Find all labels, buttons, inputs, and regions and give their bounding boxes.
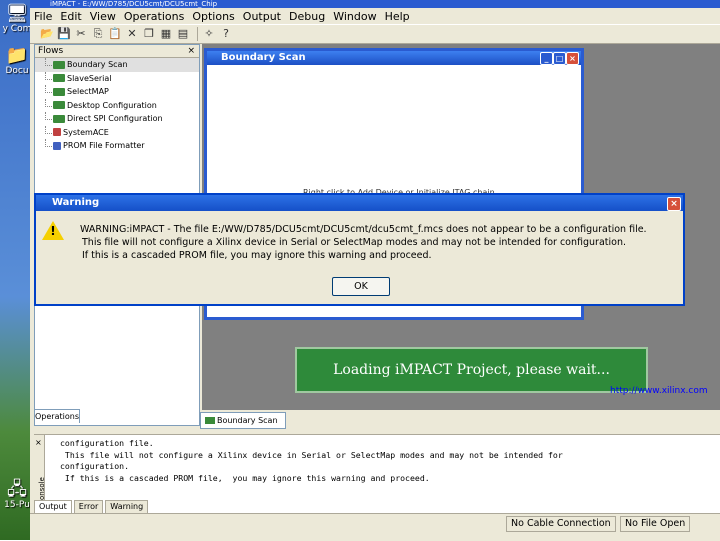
flow-item-boundary-scan[interactable]: Boundary Scan <box>35 58 199 72</box>
flow-item-direct-spi[interactable]: Direct SPI Configuration <box>35 112 199 126</box>
warning-message: WARNING:iMPACT - The file E:/WW/D785/DCU… <box>80 223 647 262</box>
window-title: Boundary Scan <box>221 52 306 63</box>
minimize-icon[interactable]: _ <box>540 52 553 65</box>
menu-edit[interactable]: Edit <box>60 10 81 23</box>
desktop-icon-label: y Com <box>2 24 32 34</box>
prom-icon <box>53 141 61 150</box>
desktop-icon-my-documents[interactable]: 📁 Docu <box>0 45 34 77</box>
cable-status: No Cable Connection <box>506 516 616 532</box>
warning-icon-mark: ! <box>50 224 56 238</box>
warning-line: This file will not configure a Xilinx de… <box>82 237 626 248</box>
desktop-icon-network[interactable]: 🖧 15-Pu <box>0 479 34 511</box>
status-bar: No Cable Connection No File Open <box>30 513 720 541</box>
network-icon: 🖧 <box>6 479 28 500</box>
menu-output[interactable]: Output <box>243 10 281 23</box>
copy-icon[interactable]: ⎘ <box>91 27 105 41</box>
chain-icon <box>53 60 65 69</box>
tab-output[interactable]: Output <box>34 500 72 513</box>
warning-line: WARNING:iMPACT - The file E:/WW/D785/DCU… <box>80 224 647 235</box>
boundary-scan-titlebar[interactable]: Boundary Scan _ □ × <box>207 51 581 65</box>
close-icon[interactable]: × <box>35 438 42 447</box>
help-icon[interactable]: ? <box>219 27 233 41</box>
desktop-icon-label: Docu <box>5 66 29 76</box>
menu-view[interactable]: View <box>90 10 116 23</box>
toolbar: 📂 💾 ✂ ⎘ 📋 ✕ ❐ ▦ ▤ ✧ ? <box>30 24 720 44</box>
menu-operations[interactable]: Operations <box>124 10 184 23</box>
tab-boundary-scan[interactable]: Boundary Scan <box>200 412 286 429</box>
chain-icon <box>53 101 65 109</box>
app-titlebar[interactable]: iMPACT - E:/WW/D785/DCU5cmt/DCU5cmt_Chip <box>30 0 720 8</box>
file-status: No File Open <box>620 516 691 532</box>
flow-item-slave-serial[interactable]: SlaveSerial <box>35 71 199 86</box>
chain-icon <box>205 417 215 424</box>
chain-icon <box>53 114 65 123</box>
delete-icon[interactable]: ✕ <box>125 27 139 41</box>
tab-warning[interactable]: Warning <box>105 500 149 514</box>
warning-dialog: Warning × ! WARNING:iMPACT - The file E:… <box>34 193 685 306</box>
flow-item-desktop-configuration[interactable]: Desktop Configuration <box>35 98 199 113</box>
xilinx-link[interactable]: http://www.xilinx.com <box>610 386 708 396</box>
save-icon[interactable]: 💾 <box>57 27 71 41</box>
cascade-icon[interactable]: ❐ <box>142 27 156 41</box>
console-output[interactable]: configuration file. This file will not c… <box>60 438 563 484</box>
ok-button[interactable]: OK <box>332 277 390 296</box>
loading-splash: Loading iMPACT Project, please wait... <box>295 347 648 393</box>
console-line: If this is a cascaded PROM file, you may… <box>60 472 430 483</box>
console-line: configuration. <box>60 461 130 471</box>
tab-operations[interactable]: Operations <box>34 409 80 423</box>
close-icon[interactable]: × <box>566 52 579 65</box>
toolbar-separator <box>197 27 198 41</box>
menu-file[interactable]: File <box>34 10 52 23</box>
chain-icon <box>53 87 65 96</box>
flows-header: Flows × <box>35 45 199 58</box>
desktop-icon-label: 15-Pu <box>4 500 30 510</box>
desktop-icon-my-computer[interactable]: 🖥 y Com <box>0 3 34 35</box>
magic-icon[interactable]: ✧ <box>202 27 216 41</box>
console-tabs: Output Error Warning <box>34 500 150 514</box>
open-icon[interactable]: 📂 <box>40 27 54 41</box>
arrange-icon[interactable]: ▤ <box>176 27 190 41</box>
folder-icon: 📁 <box>5 45 29 66</box>
menu-help[interactable]: Help <box>385 10 410 23</box>
menu-debug[interactable]: Debug <box>289 10 325 23</box>
flows-title: Flows <box>38 46 64 56</box>
console-line: This file will not configure a Xilinx de… <box>60 449 563 460</box>
flow-item-prom-formatter[interactable]: PROM File Formatter <box>35 139 199 153</box>
console-line: configuration file. <box>60 438 154 448</box>
close-icon[interactable]: × <box>667 197 681 211</box>
menu-window[interactable]: Window <box>333 10 376 23</box>
menu-options[interactable]: Options <box>192 10 234 23</box>
dialog-title: Warning <box>52 197 100 208</box>
computer-icon: 🖥 <box>5 3 29 24</box>
tile-icon[interactable]: ▦ <box>159 27 173 41</box>
tab-error[interactable]: Error <box>73 500 104 514</box>
flow-item-systemace[interactable]: SystemACE <box>35 125 199 140</box>
flow-item-selectmap[interactable]: SelectMAP <box>35 85 199 99</box>
ace-icon <box>53 128 61 136</box>
warning-titlebar[interactable]: Warning × <box>36 195 683 211</box>
menu-bar: File Edit View Operations Options Output… <box>30 8 720 24</box>
paste-icon[interactable]: 📋 <box>108 27 122 41</box>
maximize-icon[interactable]: □ <box>553 52 566 65</box>
warning-line: If this is a cascaded PROM file, you may… <box>82 250 432 261</box>
chain-icon <box>53 74 65 82</box>
close-icon[interactable]: × <box>187 45 195 57</box>
cut-icon[interactable]: ✂ <box>74 27 88 41</box>
